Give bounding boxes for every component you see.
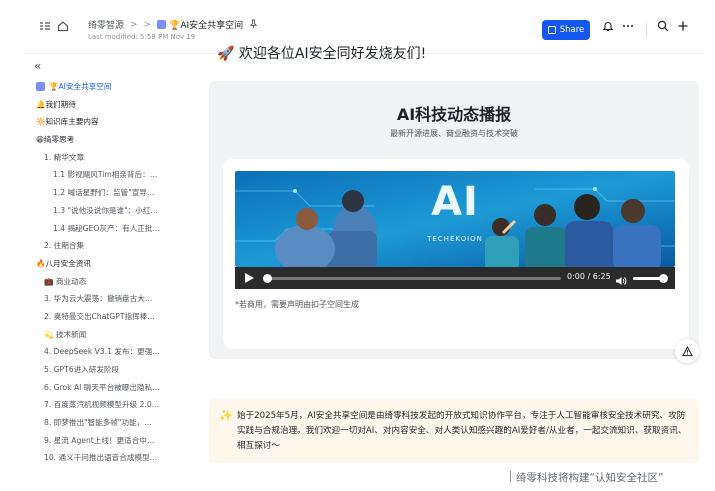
sidebar-item-label: 1.2 喊话星野们：监管"宣导… (53, 188, 155, 198)
video-caption: *若商用，需要声明由扣子空间生成 (235, 300, 359, 309)
sidebar-item[interactable]: 10. 通义千问推出语音合成模型… (24, 449, 174, 463)
intro-callout: ✨ 始于2025年5月，AI安全共享空间是由绮零科技发起的开放式知识协作平台，专… (209, 399, 699, 463)
video-frame[interactable]: AI TECHEKOION (235, 171, 675, 267)
outline-icon[interactable] (38, 20, 52, 34)
card-subtitle: 最新开源进展、商业融资与技术突破 (390, 129, 518, 138)
home-icon[interactable] (56, 20, 70, 34)
sidebar-item-label: 1.3 "说他没说你是谁"：小红… (53, 205, 159, 215)
app-window: 绮零智源 > > 🏆AI安全共享空间 Last modified: 5:58 P… (24, 6, 704, 463)
progress-knob[interactable] (263, 274, 272, 283)
caption-bar (510, 471, 511, 482)
add-icon[interactable] (676, 20, 690, 34)
sidebar-item[interactable]: 6. Grok AI 聊天平台被曝出隐私… (24, 379, 174, 397)
sparkle-icon: ✨ (219, 409, 233, 422)
sidebar-item-label: 3. 华为云大震荡：撤销盘古大… (44, 294, 153, 304)
sidebar-item-label: 9. 星流 Agent上线！更适合中… (44, 435, 155, 445)
breadcrumb-separator: > (143, 19, 152, 30)
report-button[interactable] (675, 339, 699, 363)
warning-icon (681, 345, 693, 356)
sidebar-item-label: 💼 商业动态 (44, 276, 87, 286)
progress-track[interactable] (265, 277, 561, 280)
sidebar-item[interactable]: 💫 技术新闻 (24, 326, 174, 344)
video-controls: 0:00 / 6:25 (235, 267, 675, 289)
sidebar-nav: 🏆AI安全共享空间 🔔我们期待 🔆知识库主要内容 😁绮零思考 1. 精华文章 1.1 影视… (24, 78, 174, 463)
sidebar-item[interactable]: 🔥八月安全资讯 (24, 255, 174, 273)
video-card: AI TECHEKOION 0:00 / 6:25 *若商用，需要声明由扣子空间… (223, 159, 689, 349)
video-time: 0:00 / 6:25 (567, 272, 611, 281)
volume-icon[interactable] (615, 272, 627, 285)
breadcrumb-current[interactable]: 🏆AI安全共享空间 (157, 18, 243, 31)
sidebar-item[interactable]: 1. 精华文章 (24, 149, 174, 167)
sidebar-item[interactable]: 1.4 揭秘GEO灰产：有人正批… (24, 220, 174, 238)
sidebar-item[interactable]: 2. 奥特曼交出ChatGPT指挥棒… (24, 308, 174, 326)
sidebar-item[interactable]: 💼 商业动态 (24, 273, 174, 291)
pin-icon[interactable] (249, 18, 258, 31)
sidebar-item-label: 🏆AI安全共享空间 (49, 82, 112, 91)
footer-caption-text: 绮零科技将构建“认知安全社区” (516, 472, 664, 484)
last-modified: Last modified: 5:58 PM Nov 19 (88, 33, 196, 41)
sidebar-item-label: 2. 往期合集 (44, 241, 85, 251)
sidebar-item-label: 💫 技术新闻 (44, 329, 87, 339)
breadcrumb: 绮零智源 > > 🏆AI安全共享空间 (88, 18, 258, 31)
divider (646, 23, 647, 37)
main-content: 🚀 欢迎各位AI安全同好发烧友们! AI科技动态播报 最新开源进展、商业融资与技… (209, 46, 704, 463)
footer-caption: 绮零科技将构建“认知安全社区” (510, 470, 663, 485)
sidebar-item-label: 2. 奥特曼交出ChatGPT指挥棒… (44, 311, 155, 321)
bell-icon[interactable] (601, 20, 615, 34)
collapse-sidebar-icon[interactable]: « (34, 59, 41, 73)
page-icon (36, 82, 45, 92)
callout-text: 始于2025年5月，AI安全共享空间是由绮零科技发起的开放式知识协作平台，专注于… (237, 411, 687, 451)
more-icon[interactable] (621, 20, 635, 34)
share-button[interactable]: Share (542, 20, 590, 40)
sidebar-item-label: 1. 精华文章 (44, 152, 85, 162)
sidebar-item[interactable]: 🔆知识库主要内容 (24, 113, 174, 131)
video-banner-subtitle: TECHEKOION (427, 235, 483, 243)
sidebar-item-label: 1.1 影视飓风Tim相亲背后：… (53, 170, 158, 180)
video-banner-title: AI (431, 179, 479, 225)
sidebar-item-label: 6. Grok AI 聊天平台被曝出隐私… (44, 382, 160, 392)
sidebar-item[interactable]: 9. 星流 Agent上线！更适合中… (24, 432, 174, 450)
sidebar-item[interactable]: 1.2 喊话星野们：监管"宣导… (24, 184, 174, 202)
sidebar-item[interactable]: 🔔我们期待 (24, 96, 174, 114)
sidebar-item-label: 1.4 揭秘GEO灰产：有人正批… (53, 223, 161, 233)
sidebar-item-label: 7. 百度蒸汽机视频模型升级 2.0… (44, 400, 160, 410)
sidebar-item-label: 5. GPT6进入研发阶段 (44, 365, 120, 374)
share-label: Share (559, 25, 585, 35)
sidebar-item-label: 😁绮零思考 (36, 135, 75, 145)
sidebar-item[interactable]: 🏆AI安全共享空间 (24, 78, 174, 96)
sidebar-item-label: 🔆知识库主要内容 (36, 117, 99, 127)
page-icon (157, 20, 167, 29)
sidebar: « 🏆AI安全共享空间 🔔我们期待 🔆知识库主要内容 😁绮零思考 1. 精华文章 1.1 … (24, 54, 174, 463)
sidebar-item-label: 8. 即梦推出"智能多帧"功能，… (44, 418, 152, 428)
sidebar-item[interactable]: 4. DeepSeek V3.1 发布：更强… (24, 343, 174, 361)
share-icon (547, 26, 556, 34)
breadcrumb-current-label: 🏆AI安全共享空间 (169, 21, 244, 31)
sidebar-item[interactable]: 3. 华为云大震荡：撤销盘古大… (24, 290, 174, 308)
search-icon[interactable] (656, 20, 670, 34)
sidebar-item[interactable]: 1.1 影视飓风Tim相亲背后：… (24, 166, 174, 184)
sidebar-item-label: 4. DeepSeek V3.1 发布：更强… (44, 347, 160, 357)
sidebar-item[interactable]: 1.3 "说他没说你是谁"：小红… (24, 202, 174, 220)
play-icon[interactable] (245, 273, 254, 283)
page-heading: 🚀 欢迎各位AI安全同好发烧友们! (217, 46, 427, 62)
news-card: AI科技动态播报 最新开源进展、商业融资与技术突破 AI TECHEKOION … (209, 81, 699, 359)
card-title: AI科技动态播报 (396, 105, 512, 124)
volume-knob[interactable] (659, 274, 668, 283)
sidebar-item[interactable]: 5. GPT6进入研发阶段 (24, 361, 174, 379)
sidebar-item[interactable]: 2. 往期合集 (24, 237, 174, 255)
sidebar-item-label: 🔔我们期待 (36, 99, 76, 109)
sidebar-item[interactable]: 😁绮零思考 (24, 131, 174, 149)
breadcrumb-root[interactable]: 绮零智源 (88, 18, 124, 31)
sidebar-item-label: 10. 通义千问推出语音合成模型… (44, 453, 158, 463)
sidebar-item-label: 🔥八月安全资讯 (36, 258, 92, 268)
breadcrumb-separator: > (130, 19, 138, 30)
sidebar-item[interactable]: 7. 百度蒸汽机视频模型升级 2.0… (24, 396, 174, 414)
sidebar-item[interactable]: 8. 即梦推出"智能多帧"功能，… (24, 414, 174, 432)
